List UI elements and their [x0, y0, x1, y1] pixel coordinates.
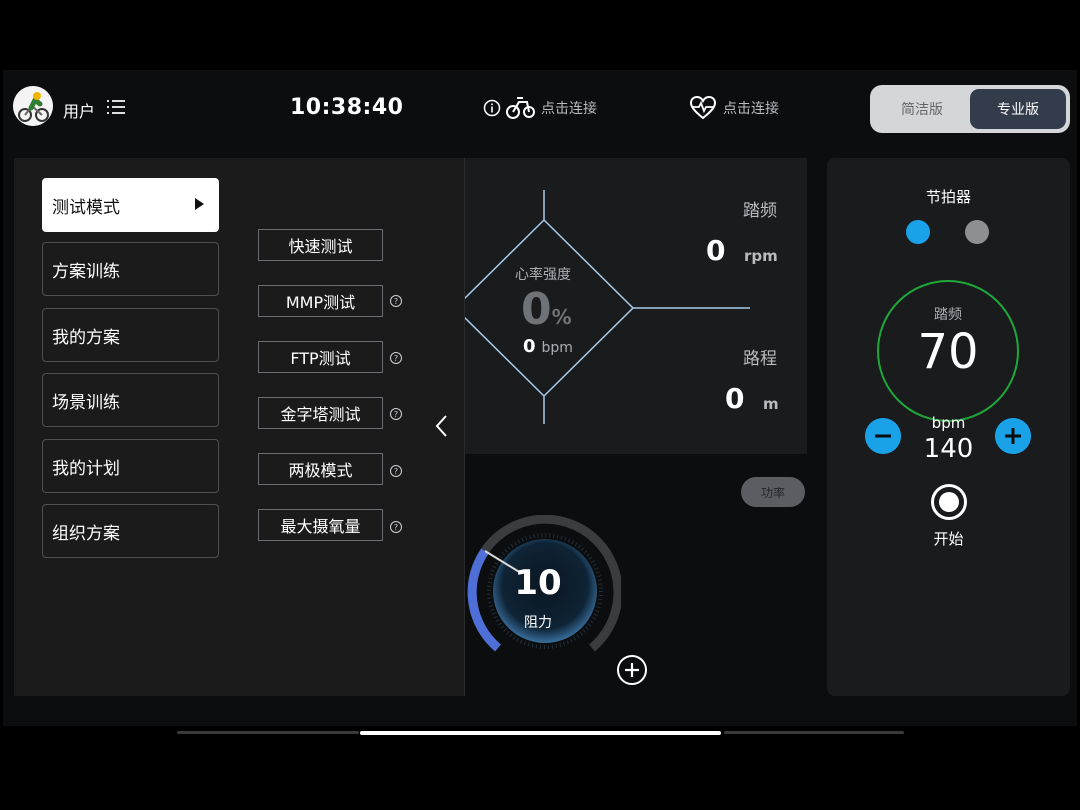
category-scene-training[interactable]: 场景训练: [42, 373, 219, 427]
clock: 10:38:40: [290, 95, 404, 120]
distance-label: 路程: [743, 349, 777, 369]
mode-pro-button[interactable]: 专业版: [970, 89, 1066, 129]
collapse-chevron-left-icon[interactable]: [434, 414, 450, 438]
bpm-increase-icon[interactable]: [995, 418, 1031, 454]
metronome-cadence-ring: 踏频 70: [877, 280, 1019, 422]
metrics-panel: 心率强度 0% 0 bpm 踏频 0 rpm 路程 0 m: [465, 158, 807, 454]
power-toggle-button[interactable]: 功率: [741, 477, 805, 507]
test-ftp-button[interactable]: FTP测试: [258, 341, 383, 373]
test-mmp-button[interactable]: MMP测试: [258, 285, 383, 317]
help-icon[interactable]: ?: [390, 521, 402, 533]
resistance-label: 阻力: [524, 615, 552, 631]
metronome-start-button[interactable]: [931, 484, 967, 520]
help-icon[interactable]: ?: [390, 408, 402, 420]
test-vo2max-button[interactable]: 最大摄氧量: [258, 509, 383, 541]
category-plan-training[interactable]: 方案训练: [42, 242, 219, 296]
distance-value: 0: [725, 382, 745, 415]
heart-rate-icon: [689, 96, 717, 120]
user-label[interactable]: 用户: [63, 98, 95, 122]
hr-connect-label[interactable]: 点击连接: [723, 98, 779, 118]
category-my-schedule[interactable]: 我的计划: [42, 439, 219, 493]
cadence-value: 0: [706, 234, 726, 267]
category-org-plans[interactable]: 组织方案: [42, 504, 219, 558]
metronome-bpm-label: bpm: [931, 414, 966, 432]
test-pyramid-button[interactable]: 金字塔测试: [258, 397, 383, 429]
hr-bpm: 0 bpm: [523, 336, 573, 357]
mode-toggle: 简洁版 专业版: [870, 85, 1070, 133]
hr-intensity-label: 心率强度: [515, 267, 571, 283]
category-test-mode[interactable]: 测试模式: [42, 178, 219, 232]
resistance-value: 10: [514, 563, 562, 603]
beat-dot-active: [906, 220, 930, 244]
metronome-start-label[interactable]: 开始: [827, 528, 1070, 549]
hr-connect[interactable]: 点击连接: [689, 96, 779, 120]
metronome-title: 节拍器: [925, 188, 971, 206]
hr-intensity-value: 0%: [521, 284, 572, 335]
help-icon[interactable]: ?: [390, 352, 402, 364]
home-indicator-track-left: [177, 731, 359, 734]
training-menu-panel: 测试模式 方案训练 我的方案 场景训练 我的计划 组织方案 快速测试 MMP测试…: [14, 158, 465, 696]
home-indicator-track-right: [724, 731, 904, 734]
app-screen: 用户 10:38:40 点击连接 点击连接 简洁版 专业版 心率强度 0% 0 …: [3, 70, 1077, 726]
bike-connect-label[interactable]: 点击连接: [541, 98, 597, 118]
cyclist-avatar-icon: [13, 86, 53, 126]
help-icon[interactable]: ?: [390, 465, 402, 477]
distance-unit: m: [763, 395, 779, 413]
home-indicator[interactable]: [360, 731, 721, 735]
help-icon[interactable]: ?: [390, 295, 402, 307]
bpm-decrease-icon[interactable]: [865, 418, 901, 454]
cadence-unit: rpm: [744, 247, 778, 265]
list-menu-icon[interactable]: [107, 100, 125, 114]
category-label: 测试模式: [52, 197, 120, 218]
category-my-plans[interactable]: 我的方案: [42, 308, 219, 362]
test-quick-button[interactable]: 快速测试: [258, 229, 383, 261]
test-polarized-button[interactable]: 两极模式: [258, 453, 383, 485]
play-arrow-icon: [195, 198, 204, 210]
resistance-plus-icon[interactable]: [616, 654, 648, 686]
metronome-cadence-value: 70: [917, 324, 979, 380]
metronome-cadence-label: 踏频: [934, 307, 962, 323]
metronome-panel: 节拍器 踏频 70 bpm 140 开始: [827, 158, 1070, 696]
beat-dot-inactive: [965, 220, 989, 244]
bike-connect[interactable]: 点击连接: [483, 96, 597, 120]
bike-trainer-icon: [506, 97, 535, 119]
mode-simple-button[interactable]: 简洁版: [874, 89, 970, 129]
metronome-bpm-value: 140: [923, 434, 974, 464]
cadence-label: 踏频: [743, 201, 777, 221]
avatar[interactable]: [13, 86, 53, 126]
info-icon[interactable]: [483, 99, 501, 117]
